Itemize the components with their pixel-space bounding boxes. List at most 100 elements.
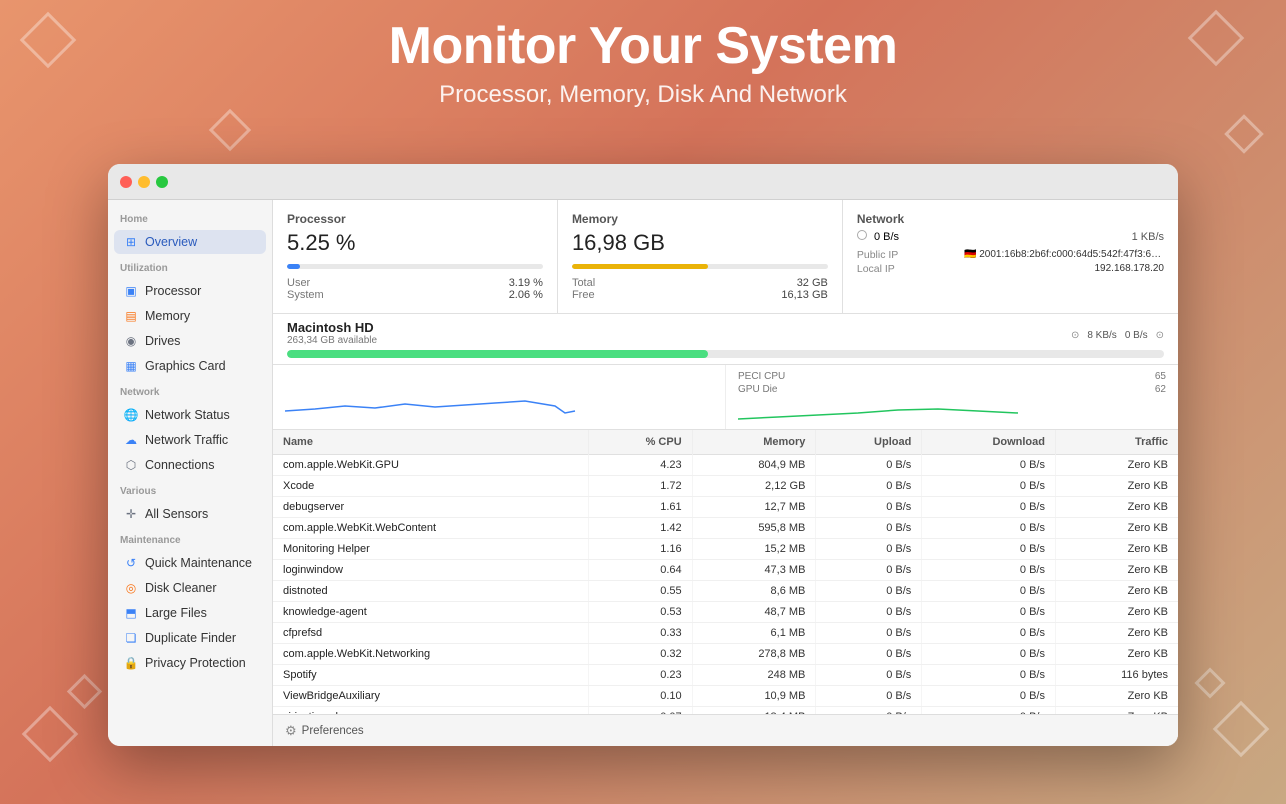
table-cell-4-1: 1.16: [588, 539, 692, 560]
preferences-icon: ⚙: [285, 723, 297, 739]
network-status-icon: 🌐: [124, 408, 138, 422]
table-cell-10-5: 116 bytes: [1056, 665, 1179, 686]
network-speed-row: 0 B/s 1 KB/s: [857, 230, 1164, 243]
process-table: Name % CPU Memory Upload Download Traffi…: [273, 430, 1178, 714]
title-bar: [108, 164, 1178, 200]
table-cell-3-0: com.apple.WebKit.WebContent: [273, 518, 588, 539]
sidebar-item-large-files[interactable]: ⬒ Large Files: [114, 601, 266, 625]
table-cell-6-1: 0.55: [588, 581, 692, 602]
table-cell-1-0: Xcode: [273, 476, 588, 497]
disk-write-speed: 0 B/s: [1125, 330, 1148, 341]
table-cell-2-3: 0 B/s: [816, 497, 922, 518]
table-row[interactable]: com.apple.WebKit.GPU4.23804,9 MB0 B/s0 B…: [273, 455, 1178, 476]
process-table-body: com.apple.WebKit.GPU4.23804,9 MB0 B/s0 B…: [273, 455, 1178, 715]
processor-mini-chart: [285, 371, 713, 417]
processor-card-title: Processor: [287, 212, 543, 226]
table-row[interactable]: com.apple.WebKit.Networking0.32278,8 MB0…: [273, 644, 1178, 665]
table-row[interactable]: debugserver1.6112,7 MB0 B/s0 B/sZero KB: [273, 497, 1178, 518]
table-row[interactable]: loginwindow0.6447,3 MB0 B/s0 B/sZero KB: [273, 560, 1178, 581]
table-cell-3-3: 0 B/s: [816, 518, 922, 539]
sidebar-item-network-traffic[interactable]: ☁ Network Traffic: [114, 428, 266, 452]
sidebar-item-quick-maintenance[interactable]: ↺ Quick Maintenance: [114, 551, 266, 575]
network-local-ip-row: Local IP 192.168.178.20: [857, 263, 1164, 275]
table-cell-1-2: 2,12 GB: [692, 476, 816, 497]
close-button[interactable]: [120, 176, 132, 188]
table-cell-4-0: Monitoring Helper: [273, 539, 588, 560]
table-cell-3-2: 595,8 MB: [692, 518, 816, 539]
network-public-ip-row: Public IP 🇩🇪 2001:16b8:2b6f:c000:64d5:54…: [857, 249, 1164, 261]
table-cell-2-1: 1.61: [588, 497, 692, 518]
sidebar-item-all-sensors[interactable]: ✛ All Sensors: [114, 502, 266, 526]
processor-system-label: System: [287, 289, 324, 301]
all-sensors-icon: ✛: [124, 507, 138, 521]
local-ip-value: 192.168.178.20: [1094, 263, 1164, 275]
sidebar-item-overview[interactable]: ⊞ Overview: [114, 230, 266, 254]
process-table-container[interactable]: Name % CPU Memory Upload Download Traffi…: [273, 430, 1178, 714]
col-memory: Memory: [692, 430, 816, 455]
gpu-sensor-row2: GPU Die 62: [738, 384, 1166, 395]
sidebar-item-connections[interactable]: ⬡ Connections: [114, 453, 266, 477]
sidebar-item-connections-label: Connections: [145, 458, 215, 472]
network-down-value: 0 B/s: [874, 231, 899, 243]
table-cell-10-2: 248 MB: [692, 665, 816, 686]
processor-bar: [287, 264, 543, 269]
overview-icon: ⊞: [124, 235, 138, 249]
table-cell-8-2: 6,1 MB: [692, 623, 816, 644]
sidebar-item-graphics-card[interactable]: ▦ Graphics Card: [114, 354, 266, 378]
table-cell-6-4: 0 B/s: [922, 581, 1056, 602]
table-cell-7-0: knowledge-agent: [273, 602, 588, 623]
hero-subtitle: Processor, Memory, Disk And Network: [0, 81, 1286, 109]
sidebar-item-processor[interactable]: ▣ Processor: [114, 279, 266, 303]
table-row[interactable]: cfprefsd0.336,1 MB0 B/s0 B/sZero KB: [273, 623, 1178, 644]
sidebar-item-large-files-label: Large Files: [145, 606, 207, 620]
table-row[interactable]: knowledge-agent0.5348,7 MB0 B/s0 B/sZero…: [273, 602, 1178, 623]
table-row[interactable]: distnoted0.558,6 MB0 B/s0 B/sZero KB: [273, 581, 1178, 602]
maximize-button[interactable]: [156, 176, 168, 188]
network-traffic-icon: ☁: [124, 433, 138, 447]
table-cell-9-4: 0 B/s: [922, 644, 1056, 665]
sidebar-item-drives[interactable]: ◉ Drives: [114, 329, 266, 353]
network-up-value: 1 KB/s: [1132, 231, 1164, 243]
gpu-sensor-row1: PECI CPU 65: [738, 371, 1166, 382]
duplicate-finder-icon: ❏: [124, 631, 138, 645]
table-cell-4-4: 0 B/s: [922, 539, 1056, 560]
table-cell-9-2: 278,8 MB: [692, 644, 816, 665]
large-files-icon: ⬒: [124, 606, 138, 620]
sidebar-item-disk-cleaner[interactable]: ◎ Disk Cleaner: [114, 576, 266, 600]
table-cell-4-3: 0 B/s: [816, 539, 922, 560]
sidebar-item-network-status[interactable]: 🌐 Network Status: [114, 403, 266, 427]
preferences-item[interactable]: ⚙ Preferences: [285, 723, 364, 739]
table-row[interactable]: ViewBridgeAuxiliary0.1010,9 MB0 B/s0 B/s…: [273, 686, 1178, 707]
sidebar-item-network-status-label: Network Status: [145, 408, 230, 422]
col-upload: Upload: [816, 430, 922, 455]
disk-bar-row: [287, 350, 1164, 358]
processor-card-value: 5.25 %: [287, 230, 543, 256]
table-cell-8-3: 0 B/s: [816, 623, 922, 644]
table-cell-7-3: 0 B/s: [816, 602, 922, 623]
memory-icon: ▤: [124, 309, 138, 323]
table-cell-5-0: loginwindow: [273, 560, 588, 581]
window-body: Home ⊞ Overview Utilization ▣ Processor …: [108, 200, 1178, 746]
table-cell-1-1: 1.72: [588, 476, 692, 497]
table-cell-0-1: 4.23: [588, 455, 692, 476]
sidebar-item-disk-cleaner-label: Disk Cleaner: [145, 581, 217, 595]
preferences-row: ⚙ Preferences: [273, 714, 1178, 746]
table-row[interactable]: com.apple.WebKit.WebContent1.42595,8 MB0…: [273, 518, 1178, 539]
table-cell-8-0: cfprefsd: [273, 623, 588, 644]
memory-bar-fill: [572, 264, 708, 269]
col-name: Name: [273, 430, 588, 455]
minimize-button[interactable]: [138, 176, 150, 188]
table-row[interactable]: siriactionsd0.0718,4 MB0 B/s0 B/sZero KB: [273, 707, 1178, 715]
table-row[interactable]: Monitoring Helper1.1615,2 MB0 B/s0 B/sZe…: [273, 539, 1178, 560]
disk-io-info: ⊙ 8 KB/s 0 B/s ⊙: [1071, 330, 1164, 341]
sidebar-item-memory[interactable]: ▤ Memory: [114, 304, 266, 328]
sidebar-item-duplicate-finder[interactable]: ❏ Duplicate Finder: [114, 626, 266, 650]
table-row[interactable]: Xcode1.722,12 GB0 B/s0 B/sZero KB: [273, 476, 1178, 497]
sidebar-item-privacy-protection-label: Privacy Protection: [145, 656, 246, 670]
disk-name: Macintosh HD: [287, 320, 377, 335]
maintenance-section-label: Maintenance: [108, 527, 272, 550]
memory-card-value: 16,98 GB: [572, 230, 828, 256]
sidebar-item-privacy-protection[interactable]: 🔒 Privacy Protection: [114, 651, 266, 675]
table-cell-12-0: siriactionsd: [273, 707, 588, 715]
table-row[interactable]: Spotify0.23248 MB0 B/s0 B/s116 bytes: [273, 665, 1178, 686]
